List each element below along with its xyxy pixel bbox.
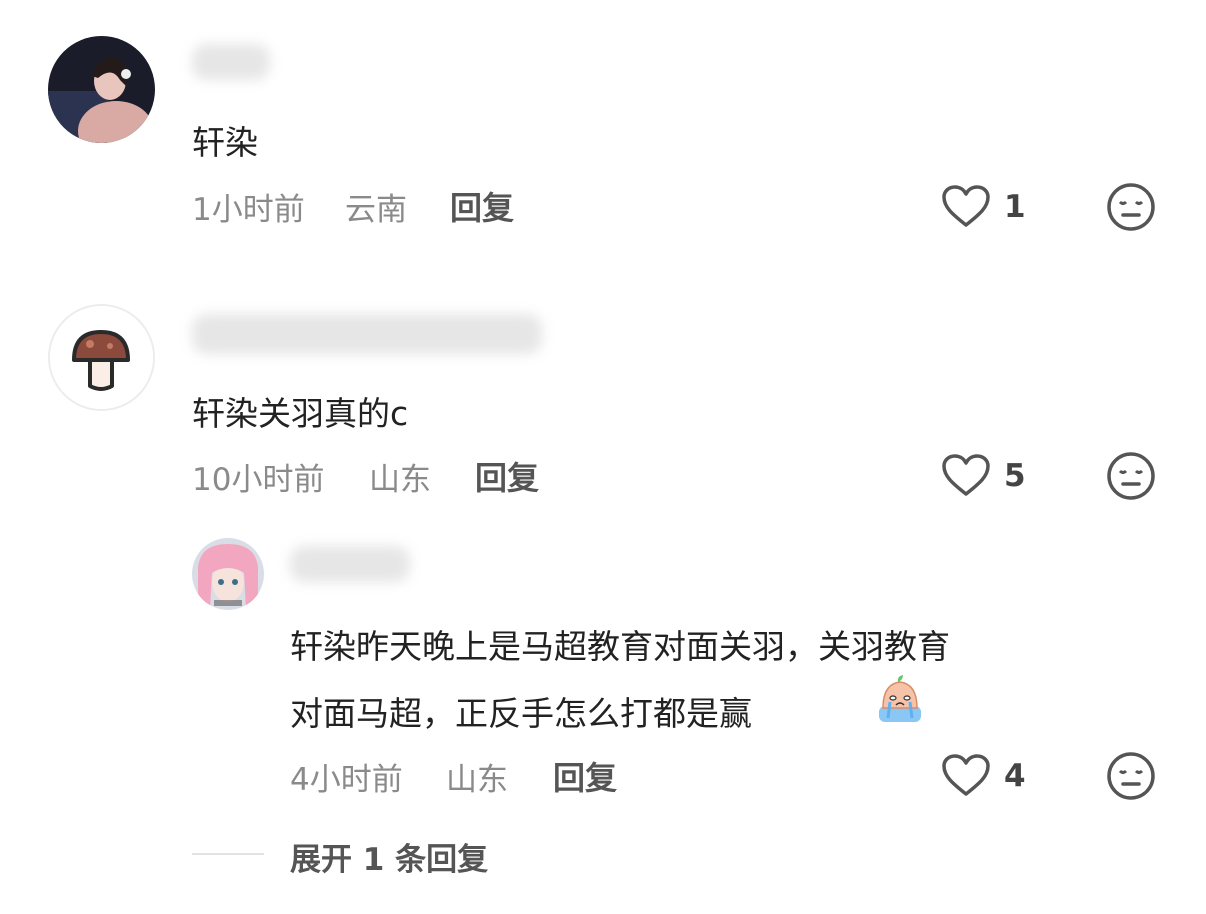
heart-icon (942, 754, 990, 796)
crying-peach-emoji-icon (873, 672, 927, 726)
expand-replies-button[interactable]: 展开 1 条回复 (290, 834, 488, 879)
heart-icon (942, 185, 990, 227)
reply-location: 山东 (446, 762, 508, 798)
dislike-button[interactable] (1105, 450, 1157, 502)
pink-hair-anime-avatar-icon (192, 538, 264, 610)
like-count: 5 (1004, 458, 1026, 494)
like-button[interactable] (940, 183, 992, 229)
girl-photo-avatar-icon (48, 36, 155, 143)
like-count: 4 (1004, 758, 1026, 794)
comment-location: 云南 (345, 192, 407, 228)
username-blurred[interactable] (192, 44, 270, 80)
expand-divider (192, 853, 264, 855)
neutral-face-icon (1107, 452, 1155, 500)
avatar[interactable] (48, 304, 155, 411)
reply-time: 4小时前 (290, 762, 403, 798)
reply-text-line1: 轩染昨天晚上是马超教育对面关羽，关羽教育 (290, 627, 950, 666)
like-button[interactable] (940, 452, 992, 498)
comment-location: 山东 (369, 462, 431, 498)
username-blurred[interactable] (192, 314, 542, 354)
reply-text-line2: 对面马超，正反手怎么打都是赢 (290, 694, 752, 733)
neutral-face-icon (1107, 752, 1155, 800)
reply-button[interactable]: 回复 (475, 453, 539, 499)
reply-button[interactable]: 回复 (553, 753, 617, 799)
comment-time: 10小时前 (192, 462, 325, 498)
dislike-button[interactable] (1105, 181, 1157, 233)
avatar[interactable] (192, 538, 264, 610)
neutral-face-icon (1107, 183, 1155, 231)
comment-time: 1小时前 (192, 192, 305, 228)
like-button[interactable] (940, 752, 992, 798)
avatar[interactable] (48, 36, 155, 143)
username-blurred[interactable] (290, 546, 410, 582)
like-count: 1 (1004, 189, 1026, 225)
comment-text: 轩染 (192, 123, 258, 162)
mushroom-avatar-icon (50, 306, 153, 409)
comment-text: 轩染关羽真的c (192, 394, 409, 433)
reply-button[interactable]: 回复 (450, 183, 514, 229)
dislike-button[interactable] (1105, 750, 1157, 802)
heart-icon (942, 454, 990, 496)
